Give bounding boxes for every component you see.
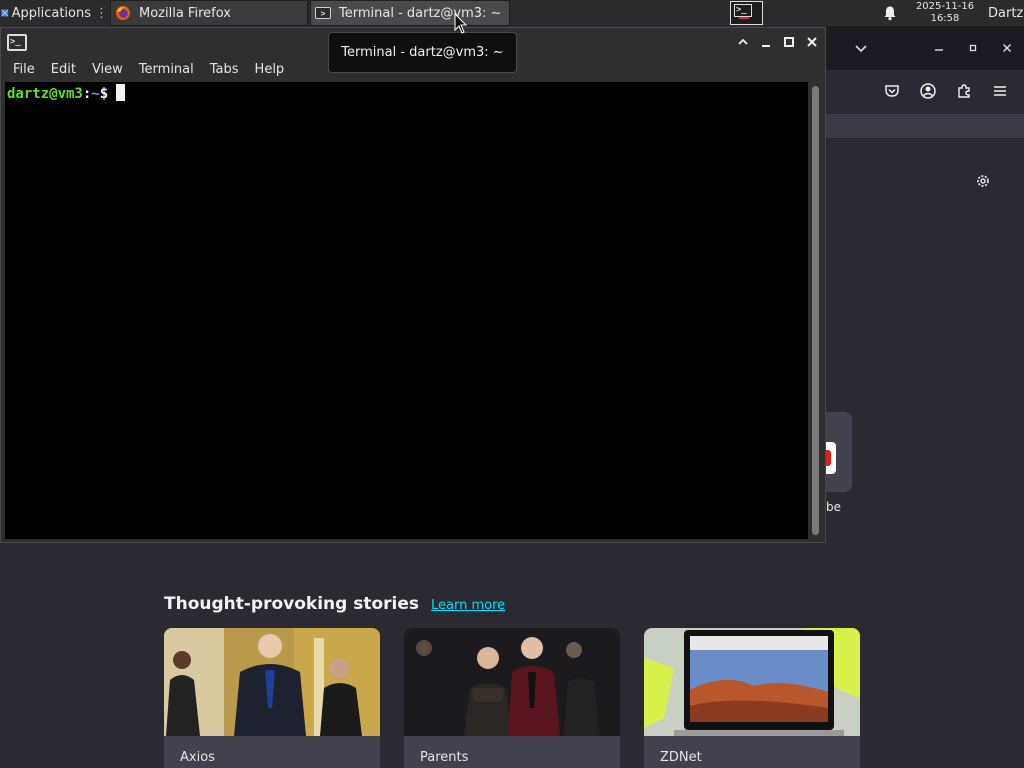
menu-edit[interactable]: Edit — [43, 62, 84, 77]
shortcut-label: be — [826, 500, 841, 514]
taskbar-button-firefox[interactable]: Mozilla Firefox — [110, 0, 308, 26]
taskbar-label-firefox: Mozilla Firefox — [139, 5, 231, 21]
story-source-axios: Axios — [180, 750, 215, 765]
story-image-zdnet — [644, 628, 860, 736]
story-card-axios[interactable]: Axios — [164, 628, 380, 768]
maximize-icon[interactable] — [781, 34, 797, 50]
workspace-active-marker — [739, 17, 749, 19]
panel-clock[interactable]: 2025-11-16 16:58 — [906, 1, 984, 25]
menu-terminal[interactable]: Terminal — [131, 62, 202, 77]
menu-help[interactable]: Help — [247, 62, 293, 77]
terminal-icon: > — [315, 7, 331, 19]
applications-menu-button[interactable]: Applications ⋮ — [0, 0, 108, 26]
youtube-icon — [826, 442, 836, 474]
firefox-tab-bar — [826, 26, 1024, 70]
scrollbar-thumb[interactable] — [812, 86, 819, 535]
minimize-icon[interactable] — [758, 34, 774, 50]
learn-more-link[interactable]: Learn more — [431, 598, 505, 613]
firefox-bookmarks-bar — [826, 114, 1024, 138]
applications-label: Applications — [11, 5, 91, 21]
taskbar-tooltip: Terminal - dartz@vm3: ~ — [328, 32, 517, 73]
menu-file[interactable]: File — [5, 62, 43, 77]
user-menu[interactable]: Dartz — [988, 0, 1023, 26]
panel-separator-icon: ⋮ — [95, 5, 108, 21]
menu-view[interactable]: View — [84, 62, 131, 77]
youtube-play-mark — [826, 450, 831, 466]
workspace-switcher[interactable]: >_ — [730, 1, 763, 25]
extensions-icon[interactable] — [955, 82, 973, 100]
workspace-terminal-icon: >_ — [734, 4, 752, 17]
close-icon[interactable] — [804, 34, 820, 50]
clock-date: 2025-11-16 — [915, 1, 975, 12]
close-icon[interactable] — [998, 39, 1016, 57]
hamburger-menu-icon[interactable] — [991, 82, 1009, 100]
shortcut-tile[interactable] — [826, 412, 852, 492]
menu-tabs[interactable]: Tabs — [202, 62, 247, 77]
firefox-icon — [116, 6, 130, 20]
taskbar-button-terminal[interactable]: > Terminal - dartz@vm3: ~ — [310, 0, 510, 26]
firefox-toolbar — [826, 70, 1024, 114]
prompt-user: dartz@vm3 — [7, 86, 83, 102]
story-card-parents[interactable]: Parents — [404, 628, 620, 768]
prompt-path: ~ — [91, 86, 100, 102]
shade-up-icon[interactable] — [735, 34, 751, 50]
xfce-logo-icon — [1, 9, 9, 17]
maximize-icon[interactable] — [964, 39, 982, 57]
stories-heading: Thought-provoking stories — [164, 594, 420, 614]
top-panel: Applications ⋮ Mozilla Firefox > Termina… — [0, 0, 1024, 26]
story-source-zdnet: ZDNet — [660, 750, 702, 765]
clock-time: 16:58 — [930, 13, 960, 24]
story-image-axios — [164, 628, 380, 736]
prompt-symbol: $ — [99, 86, 109, 102]
story-source-parents: Parents — [420, 750, 469, 765]
minimize-icon[interactable] — [930, 39, 948, 57]
account-icon[interactable] — [919, 82, 937, 100]
story-image-parents — [404, 628, 620, 736]
terminal-window[interactable]: >_ Terminal - dartz@vm3: ~ File Edit Vie… — [0, 27, 826, 543]
terminal-output[interactable]: dartz@vm3:~$ — [5, 82, 808, 539]
gear-icon[interactable] — [974, 172, 992, 190]
pocket-icon[interactable] — [883, 82, 901, 100]
taskbar-label-terminal: Terminal - dartz@vm3: ~ — [339, 5, 502, 21]
terminal-scrollbar[interactable] — [809, 82, 823, 539]
text-cursor — [116, 84, 126, 101]
bell-icon[interactable] — [882, 5, 898, 21]
mouse-pointer-icon — [454, 13, 468, 34]
story-card-zdnet[interactable]: ZDNet — [644, 628, 860, 768]
chevron-down-icon[interactable] — [852, 39, 870, 57]
